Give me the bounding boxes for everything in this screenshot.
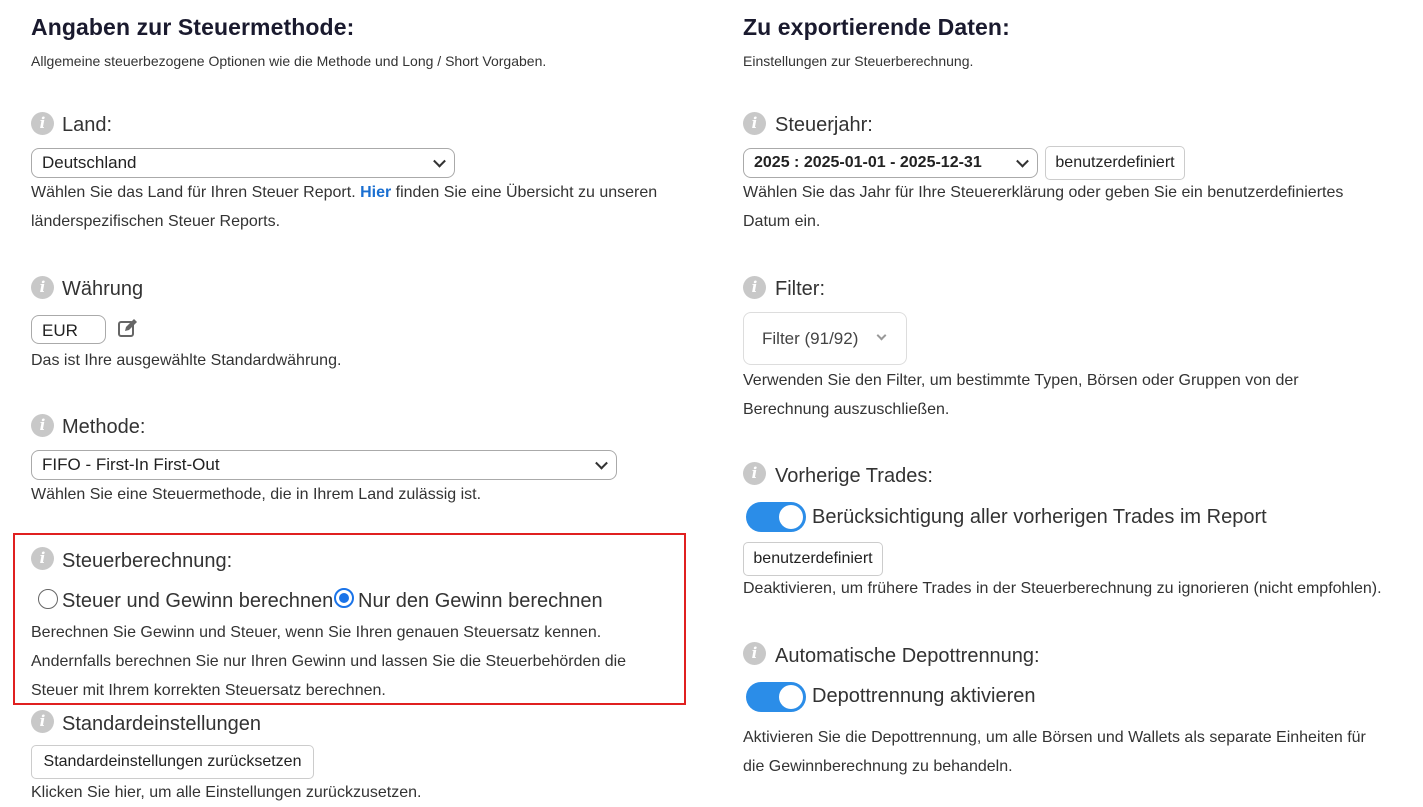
defaults-description: Klicken Sie hier, um alle Einstellungen … [31, 784, 422, 801]
right-section-title: Zu exportierende Daten: [743, 14, 1010, 40]
filter-button[interactable]: Filter (91/92) [743, 312, 907, 365]
country-select[interactable]: Deutschland [31, 148, 455, 178]
previous-trades-toggle[interactable] [746, 502, 806, 532]
radio-tax-and-profit-label[interactable]: Steuer und Gewinn berechnen [62, 590, 333, 613]
currency-description: Das ist Ihre ausgewählte Standardwährung… [31, 352, 342, 369]
info-icon[interactable]: i [743, 642, 766, 665]
radio-profit-only[interactable] [334, 588, 354, 608]
info-icon[interactable]: i [31, 547, 54, 570]
reset-defaults-button[interactable]: Standardeinstellungen zurücksetzen [31, 745, 314, 779]
country-overview-link[interactable]: Hier [360, 184, 391, 201]
method-description: Wählen Sie eine Steuermethode, die in Ih… [31, 486, 482, 503]
tax-year-select[interactable]: 2025 : 2025-01-01 - 2025-12-31 [743, 148, 1038, 178]
land-label: Land: [62, 114, 113, 136]
depot-separation-toggle[interactable] [746, 682, 806, 712]
method-select[interactable]: FIFO - First-In First-Out [31, 450, 617, 480]
previous-trades-toggle-label: Berücksichtigung aller vorherigen Trades… [812, 506, 1267, 528]
defaults-label: Standardeinstellungen [62, 713, 262, 735]
left-section-title: Angaben zur Steuermethode: [31, 14, 355, 40]
filter-description: Verwenden Sie den Filter, um bestimmte T… [743, 372, 1299, 418]
method-select-value: FIFO - First-In First-Out [42, 455, 220, 474]
radio-profit-only-label[interactable]: Nur den Gewinn berechnen [358, 590, 603, 613]
filter-button-label: Filter (91/92) [762, 329, 859, 348]
info-icon[interactable]: i [743, 276, 766, 299]
country-description: Wählen Sie das Land für Ihren Steuer Rep… [31, 184, 658, 230]
tax-calc-description: Berechnen Sie Gewinn und Steuer, wenn Si… [31, 624, 627, 699]
filter-label: Filter: [775, 278, 825, 300]
info-icon[interactable]: i [31, 710, 54, 733]
method-label: Methode: [62, 416, 146, 438]
previous-trades-label: Vorherige Trades: [775, 465, 933, 487]
currency-label: Währung [62, 278, 144, 300]
info-icon[interactable]: i [31, 112, 54, 135]
depot-separation-toggle-label: Depottrennung aktivieren [812, 685, 1036, 707]
toggle-knob [779, 685, 803, 709]
tax-year-custom-button[interactable]: benutzerdefiniert [1045, 146, 1185, 180]
depot-separation-label: Automatische Depottrennung: [775, 645, 1040, 667]
info-icon[interactable]: i [743, 462, 766, 485]
info-icon[interactable]: i [743, 112, 766, 135]
chevron-down-icon [876, 330, 887, 341]
currency-field: EUR [31, 315, 106, 344]
right-section-subtitle: Einstellungen zur Steuerberechnung. [743, 53, 974, 69]
tax-year-select-value: 2025 : 2025-01-01 - 2025-12-31 [754, 154, 982, 171]
chevron-down-icon [595, 456, 608, 470]
previous-trades-custom-button[interactable]: benutzerdefiniert [743, 542, 883, 576]
edit-icon[interactable] [117, 317, 139, 339]
previous-trades-description: Deaktivieren, um frühere Trades in der S… [743, 580, 1382, 597]
info-icon[interactable]: i [31, 414, 54, 437]
info-icon[interactable]: i [31, 276, 54, 299]
toggle-knob [779, 505, 803, 529]
chevron-down-icon [433, 154, 446, 168]
left-section-subtitle: Allgemeine steuerbezogene Optionen wie d… [31, 53, 547, 69]
depot-separation-description: Aktivieren Sie die Depottrennung, um all… [743, 729, 1366, 775]
tax-year-description: Wählen Sie das Jahr für Ihre Steuererklä… [743, 184, 1344, 230]
tax-calc-label: Steuerberechnung: [62, 550, 233, 572]
radio-tax-and-profit[interactable] [38, 589, 58, 609]
country-select-value: Deutschland [42, 153, 137, 172]
tax-year-label: Steuerjahr: [775, 114, 873, 136]
chevron-down-icon [1016, 154, 1029, 168]
